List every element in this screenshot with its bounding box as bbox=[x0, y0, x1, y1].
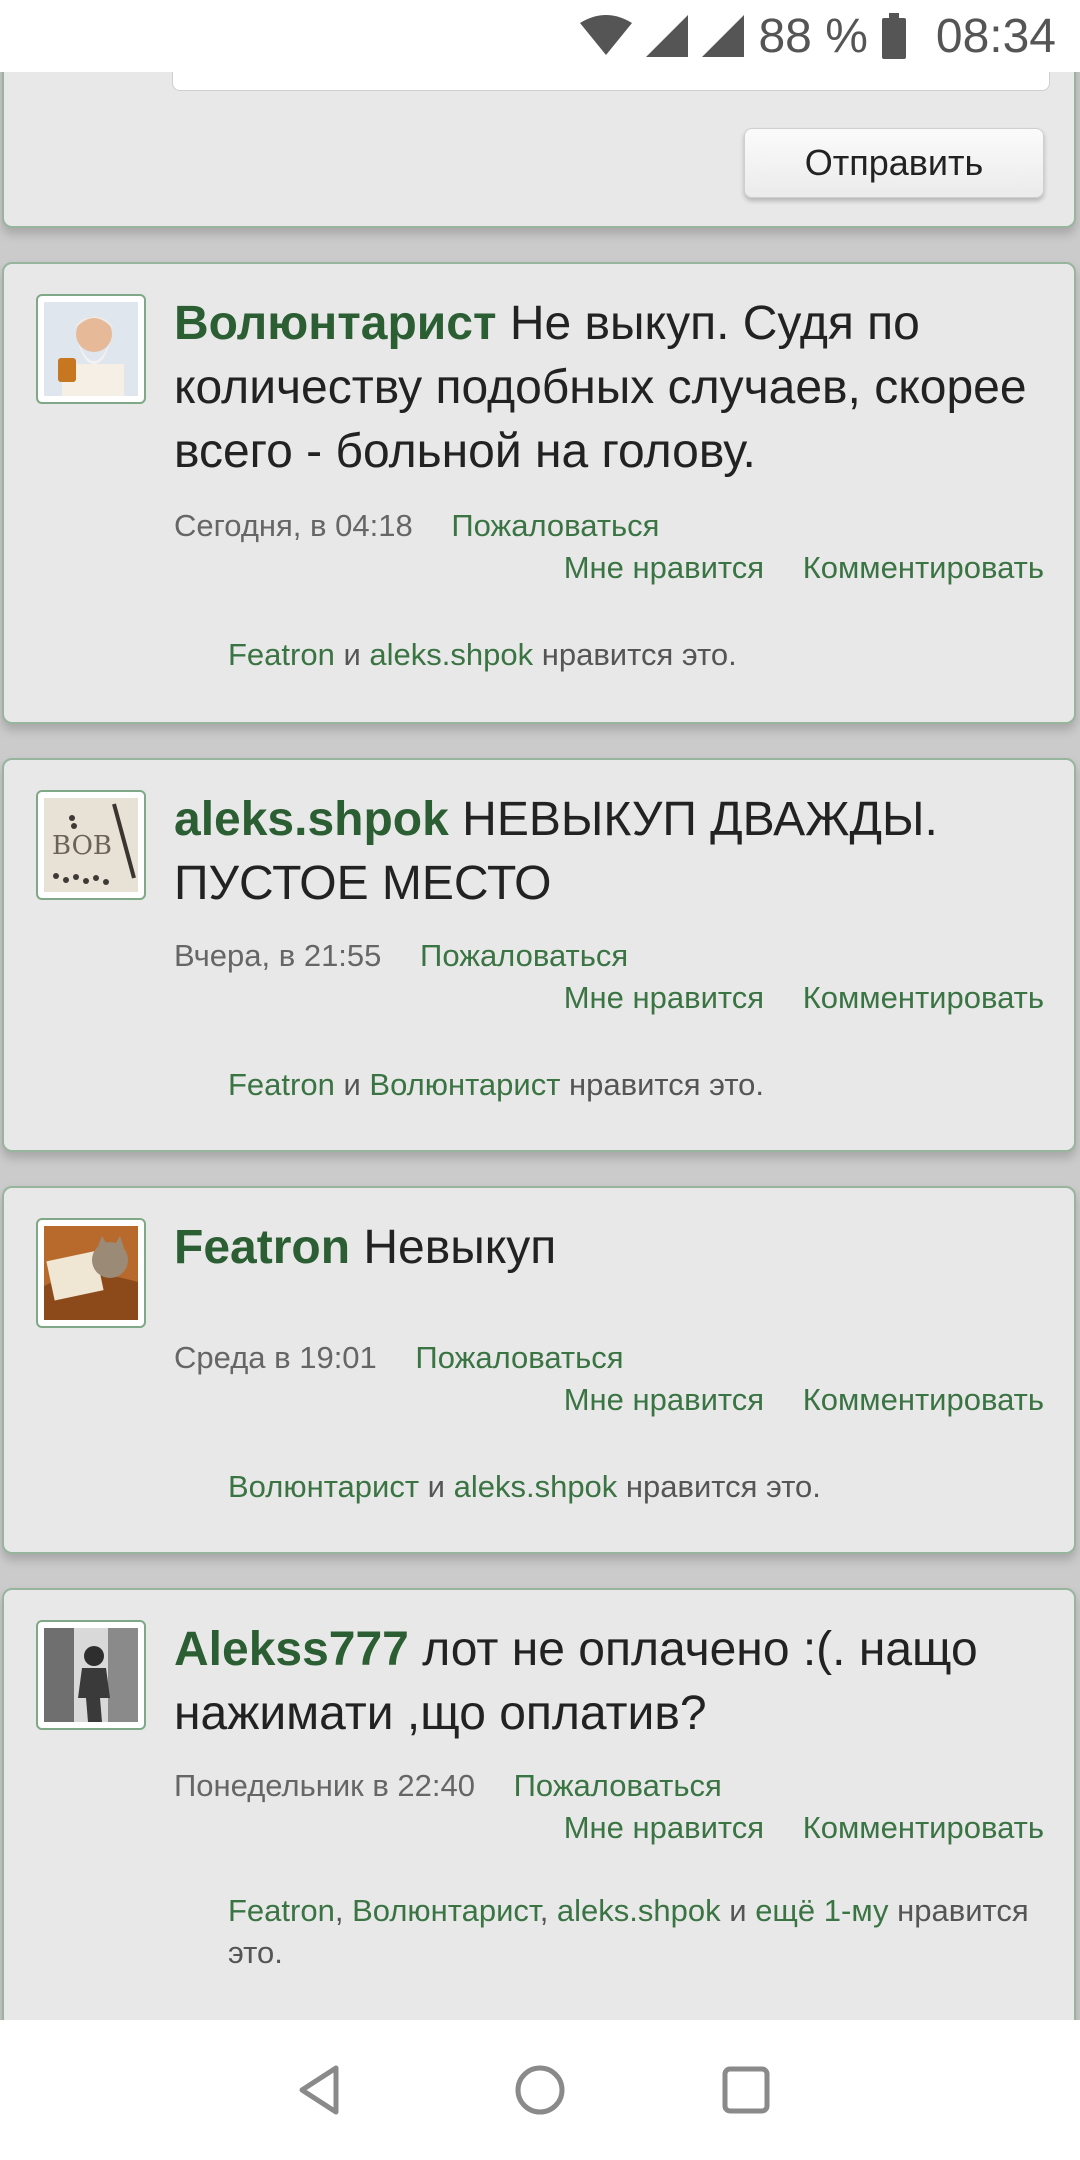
comment-actions: Мне нравится Комментировать bbox=[564, 1382, 1044, 1418]
liker-link[interactable]: Волюнтарист bbox=[369, 1067, 560, 1102]
likes-suffix: нравится это. bbox=[560, 1067, 765, 1102]
likes-separator: , bbox=[334, 1893, 353, 1928]
comment-time: Сегодня, в 04:18 bbox=[174, 508, 413, 543]
comment-card: Alekss777 лот не оплачено :(. нащо нажим… bbox=[2, 1588, 1076, 2028]
reply-link[interactable]: Комментировать bbox=[803, 1810, 1044, 1845]
comment-actions: Мне нравится Комментировать bbox=[564, 550, 1044, 586]
comment-meta: Сегодня, в 04:18 Пожаловаться bbox=[174, 508, 659, 544]
send-button[interactable]: Отправить bbox=[744, 128, 1044, 198]
battery-percent: 88 % bbox=[758, 9, 868, 63]
signal-icon bbox=[646, 15, 689, 57]
likes-separator: и bbox=[334, 637, 370, 672]
comment-time: Вчера, в 21:55 bbox=[174, 938, 382, 973]
likes-line: Волюнтарист и aleks.shpok нравится это. bbox=[228, 1466, 1034, 1508]
comment-body: Волюнтарист Не выкуп. Судя по количеству… bbox=[174, 292, 1054, 484]
battery-icon bbox=[881, 13, 906, 59]
likes-suffix: нравится это. bbox=[617, 1469, 821, 1504]
comment-author[interactable]: Волюнтарист bbox=[174, 297, 497, 350]
page: 88 % 08:34 Отправить Волюнтарист Не выку… bbox=[0, 0, 1080, 2160]
recents-icon[interactable] bbox=[716, 2060, 776, 2120]
liker-link[interactable]: Featron bbox=[228, 637, 335, 672]
reply-link[interactable]: Комментировать bbox=[803, 980, 1044, 1015]
comment-card: BOB aleks.shpok НЕВЫКУП ДВАЖДЫ. ПУСТОЕ М… bbox=[2, 758, 1076, 1152]
reply-link[interactable]: Комментировать bbox=[803, 1382, 1044, 1417]
avatar[interactable] bbox=[36, 1620, 146, 1730]
liker-link[interactable]: Featron bbox=[228, 1893, 335, 1928]
comment-author[interactable]: Featron bbox=[174, 1221, 350, 1274]
navigation-bar bbox=[0, 2020, 1080, 2160]
liker-link[interactable]: aleks.shpok bbox=[557, 1893, 721, 1928]
likes-suffix: нравится это. bbox=[533, 637, 737, 672]
comment-actions: Мне нравится Комментировать bbox=[564, 980, 1044, 1016]
status-bar: 88 % 08:34 bbox=[0, 0, 1080, 72]
svg-text:BOB: BOB bbox=[52, 831, 112, 861]
reply-link[interactable]: Комментировать bbox=[803, 550, 1044, 585]
liker-link[interactable]: aleks.shpok bbox=[454, 1469, 618, 1504]
back-icon[interactable] bbox=[290, 2060, 350, 2120]
liker-link[interactable]: Волюнтарист bbox=[352, 1893, 540, 1928]
comment-author[interactable]: aleks.shpok bbox=[174, 793, 449, 846]
comment-meta: Среда в 19:01 Пожаловаться bbox=[174, 1340, 624, 1376]
comment-meta: Вчера, в 21:55 Пожаловаться bbox=[174, 938, 628, 974]
complain-link[interactable]: Пожаловаться bbox=[415, 1340, 623, 1375]
comment-card: Волюнтарист Не выкуп. Судя по количеству… bbox=[2, 262, 1076, 724]
likes-line: Featron и aleks.shpok нравится это. bbox=[228, 634, 1034, 676]
comment-time: Среда в 19:01 bbox=[174, 1340, 377, 1375]
comment-meta: Понедельник в 22:40 Пожаловаться bbox=[174, 1768, 722, 1804]
like-link[interactable]: Мне нравится bbox=[564, 980, 764, 1015]
like-link[interactable]: Мне нравится bbox=[564, 1382, 764, 1417]
complain-link[interactable]: Пожаловаться bbox=[451, 508, 659, 543]
likes-separator: и bbox=[720, 1893, 756, 1928]
home-icon[interactable] bbox=[510, 2060, 570, 2120]
comment-actions: Мне нравится Комментировать bbox=[564, 1810, 1044, 1846]
avatar[interactable] bbox=[36, 294, 146, 404]
liker-link[interactable]: aleks.shpok bbox=[369, 637, 533, 672]
likes-separator: и bbox=[334, 1067, 370, 1102]
likes-separator: и bbox=[419, 1469, 454, 1504]
complain-link[interactable]: Пожаловаться bbox=[514, 1768, 722, 1803]
like-link[interactable]: Мне нравится bbox=[564, 1810, 764, 1845]
comment-body: Alekss777 лот не оплачено :(. нащо нажим… bbox=[174, 1618, 1054, 1746]
likes-line: Featron и Волюнтарист нравится это. bbox=[228, 1064, 1034, 1106]
liker-link[interactable]: Волюнтарист bbox=[228, 1469, 419, 1504]
comment-body: Featron Невыкуп bbox=[174, 1216, 1054, 1280]
comment-body: aleks.shpok НЕВЫКУП ДВАЖДЫ. ПУСТОЕ МЕСТО bbox=[174, 788, 1054, 916]
avatar[interactable] bbox=[36, 1218, 146, 1328]
more-likers-link[interactable]: ещё 1-му bbox=[755, 1893, 888, 1928]
avatar[interactable]: BOB bbox=[36, 790, 146, 900]
comment-time: Понедельник в 22:40 bbox=[174, 1768, 476, 1803]
comment-card: Featron Невыкуп Среда в 19:01 Пожаловать… bbox=[2, 1186, 1076, 1554]
comment-text: Невыкуп bbox=[363, 1221, 557, 1274]
likes-separator: , bbox=[539, 1893, 557, 1928]
clock: 08:34 bbox=[935, 9, 1056, 63]
complain-link[interactable]: Пожаловаться bbox=[420, 938, 628, 973]
wifi-icon bbox=[580, 15, 633, 57]
signal-icon bbox=[702, 15, 745, 57]
likes-line: Featron, Волюнтарист, aleks.shpok и ещё … bbox=[228, 1890, 1034, 1974]
like-link[interactable]: Мне нравится bbox=[564, 550, 764, 585]
comment-author[interactable]: Alekss777 bbox=[174, 1623, 409, 1676]
liker-link[interactable]: Featron bbox=[228, 1067, 335, 1102]
